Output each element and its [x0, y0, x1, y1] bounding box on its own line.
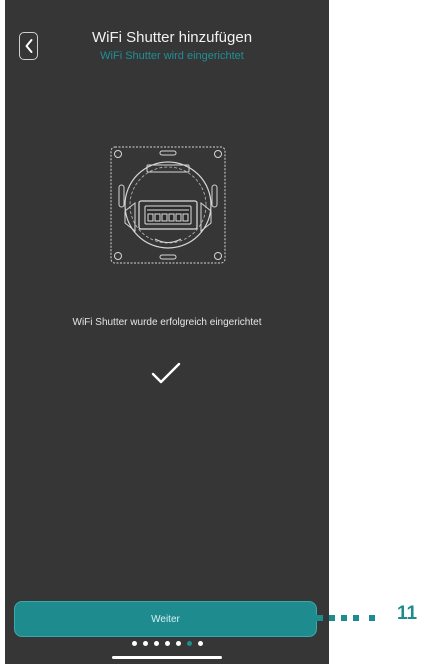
page-dot	[142, 641, 148, 646]
page-indicator	[5, 641, 329, 646]
phone-screen: WiFi Shutter hinzufügen WiFi Shutter wir…	[5, 0, 329, 664]
callout-number: 11	[397, 603, 418, 624]
page-dot	[197, 641, 203, 646]
home-indicator[interactable]	[112, 656, 222, 659]
wifi-shutter-device-icon	[110, 146, 226, 264]
device-illustration	[105, 143, 229, 267]
page-subtitle: WiFi Shutter wird eingerichtet	[100, 50, 244, 62]
success-message: WiFi Shutter wurde erfolgreich eingerich…	[72, 317, 262, 328]
page-dot	[164, 641, 170, 646]
page-dot-active	[186, 641, 192, 646]
callout-line	[313, 615, 375, 621]
page-dot	[175, 641, 181, 646]
next-button[interactable]: Weiter	[14, 601, 317, 637]
page: WiFi Shutter hinzufügen WiFi Shutter wir…	[0, 0, 428, 664]
page-title: WiFi Shutter hinzufügen	[91, 29, 253, 46]
page-dot	[153, 641, 159, 646]
checkmark-icon	[151, 362, 181, 384]
page-dot	[131, 641, 137, 646]
